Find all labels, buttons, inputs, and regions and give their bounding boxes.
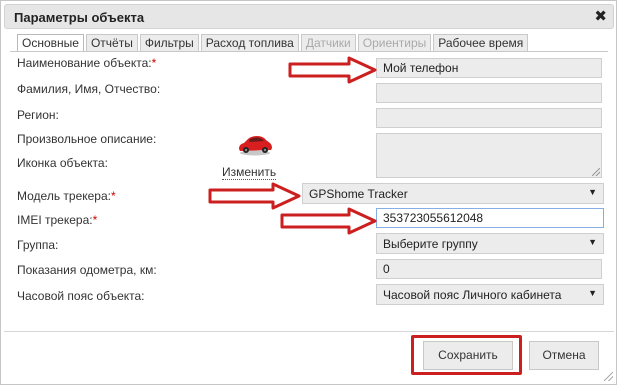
annotation-arrow-icon (288, 56, 377, 84)
tab-landmarks: Ориентиры (357, 34, 432, 51)
description-textarea[interactable] (376, 133, 602, 178)
chevron-down-icon: ▼ (588, 288, 597, 298)
car-icon[interactable] (237, 134, 273, 156)
tab-work-time[interactable]: Рабочее время (433, 34, 529, 51)
chevron-down-icon: ▼ (588, 237, 597, 247)
object-name-input[interactable] (376, 58, 602, 78)
tab-sensors: Датчики (300, 34, 356, 51)
annotation-arrow-icon (280, 207, 377, 235)
fio-input[interactable] (376, 83, 602, 103)
icon-label: Иконка объекта: (17, 156, 108, 170)
required-mark: * (111, 189, 116, 203)
imei-input[interactable] (376, 208, 604, 228)
description-label: Произвольное описание: (17, 132, 157, 146)
group-label: Группа: (17, 238, 59, 252)
object-settings-dialog: Параметры объекта ✖ Основные Отчёты Филь… (0, 0, 617, 385)
timezone-label: Часовой пояс объекта: (17, 289, 145, 303)
required-mark: * (151, 56, 157, 70)
tab-bar: Основные Отчёты Фильтры Расход топлива Д… (17, 34, 530, 52)
group-value: Выберите группу (383, 237, 478, 251)
dialog-titlebar[interactable]: Параметры объекта ✖ (4, 4, 614, 29)
imei-label: IMEI трекера:* (17, 213, 98, 227)
timezone-select[interactable]: Часовой пояс Личного кабинета ▼ (376, 284, 604, 305)
timezone-value: Часовой пояс Личного кабинета (383, 288, 562, 302)
tracker-model-label: Модель трекера:* (17, 189, 116, 203)
fio-label: Фамилия, Имя, Отчество: (17, 82, 161, 96)
tab-filters[interactable]: Фильтры (139, 34, 199, 51)
tab-fuel[interactable]: Расход топлива (200, 34, 299, 51)
tracker-model-value: GPShome Tracker (309, 187, 408, 201)
dialog-title: Параметры объекта (14, 10, 145, 25)
close-icon[interactable]: ✖ (594, 7, 607, 25)
change-icon-link[interactable]: Изменить (222, 165, 277, 180)
group-select[interactable]: Выберите группу ▼ (376, 233, 604, 254)
required-mark: * (92, 213, 98, 227)
tab-general[interactable]: Основные (17, 34, 84, 52)
chevron-down-icon: ▼ (588, 187, 597, 197)
object-name-label: Наименование объекта:* (17, 56, 157, 70)
region-input[interactable] (376, 108, 602, 128)
footer-divider (4, 331, 614, 332)
region-label: Регион: (17, 108, 59, 122)
tracker-model-select[interactable]: GPShome Tracker ▼ (302, 183, 604, 204)
dialog-resize-grip[interactable] (604, 372, 613, 381)
resize-grip[interactable] (592, 168, 600, 176)
tab-reports[interactable]: Отчёты (85, 34, 138, 51)
tab-divider (10, 51, 608, 52)
save-button-highlight (411, 335, 522, 375)
odometer-label: Показания одометра, км: (17, 263, 157, 277)
cancel-button[interactable]: Отмена (529, 341, 599, 370)
odometer-input[interactable] (376, 259, 602, 279)
